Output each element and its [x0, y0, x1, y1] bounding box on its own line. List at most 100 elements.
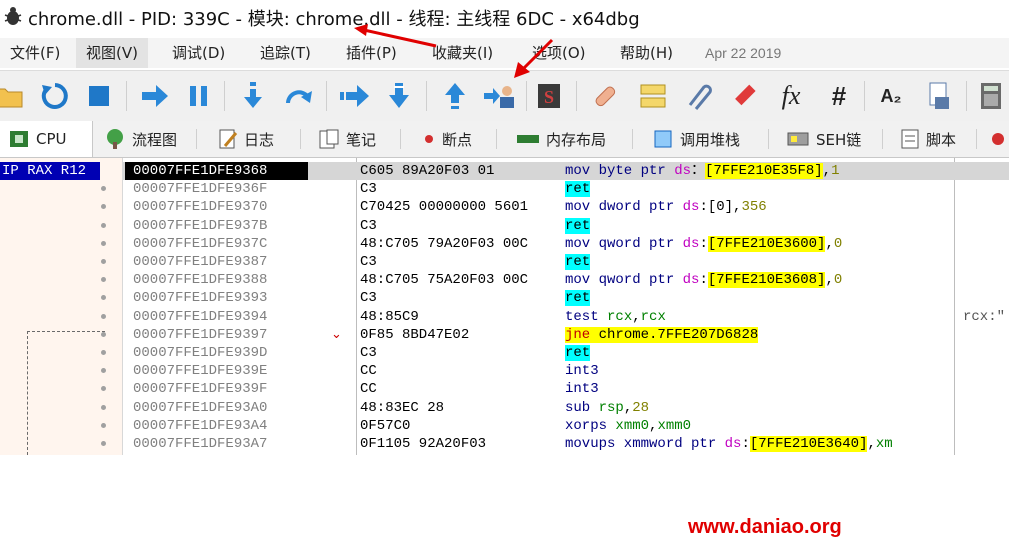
breakpoint-dot[interactable]: [101, 404, 106, 410]
trace-over-icon[interactable]: [382, 79, 416, 113]
tab-script[interactable]: 脚本: [892, 121, 964, 157]
disassembly-row[interactable]: 00007FFE1DFE93A0 48:83EC 28 sub rsp,28: [123, 399, 1009, 417]
breakpoint-dot[interactable]: [101, 350, 106, 355]
tab-cpu[interactable]: CPU: [0, 121, 93, 157]
disassembly-row[interactable]: 00007FFE1DFE9387 C3 ret: [123, 253, 1009, 271]
row-bytes: 48:C705 79A20F03 00C: [360, 235, 529, 252]
breakpoint-dot[interactable]: [101, 313, 106, 319]
trace-into-icon[interactable]: [338, 79, 372, 113]
restart-icon[interactable]: [38, 79, 72, 113]
execute-till-return-icon[interactable]: [438, 79, 472, 113]
breakpoint-dot[interactable]: [101, 222, 106, 228]
disassembly-row[interactable]: 00007FFE1DFE9368 C605 89A20F03 01 mov byte…: [123, 162, 1009, 180]
calculator-icon[interactable]: [974, 79, 1008, 113]
disassembly-row[interactable]: 00007FFE1DFE9393 C3 ret: [123, 289, 1009, 307]
stop-icon[interactable]: [82, 79, 116, 113]
row-instruction: jne chrome.7FFE207D6828: [565, 326, 759, 343]
row-bytes: CC: [360, 381, 377, 398]
script-icon[interactable]: S: [532, 79, 566, 113]
run-icon[interactable]: [138, 79, 172, 113]
cpu-icon: [10, 131, 28, 147]
breakpoint-dot[interactable]: [101, 441, 106, 446]
tab-call-stack[interactable]: 调用堆栈: [644, 121, 748, 157]
disassembly-row[interactable]: 00007FFE1DFE939E CC int3: [123, 362, 1009, 380]
svg-text:S: S: [544, 87, 554, 107]
jump-line: [27, 331, 28, 455]
disassembly-row[interactable]: 00007FFE1DFE937B C3 ret: [123, 217, 1009, 235]
row-address: 00007FFE1DFE9394: [133, 308, 268, 325]
menu-help[interactable]: 帮助(H): [610, 38, 683, 68]
row-address: 00007FFE1DFE9387: [133, 254, 268, 270]
patch-icon[interactable]: [588, 79, 622, 113]
row-bytes: 0F57C0: [360, 417, 411, 434]
menu-trace[interactable]: 追踪(T): [250, 38, 321, 68]
row-instruction: mov qword ptr ds:[7FFE210E3608],0: [565, 272, 843, 289]
seh-icon: [787, 132, 809, 146]
disassembly-row[interactable]: 00007FFE1DFE936F C3 ret: [123, 180, 1009, 198]
tab-label: 调用堆栈: [680, 130, 741, 149]
disassembly-row[interactable]: 00007FFE1DFE93A4 0F57C0 xorps xmm0,xmm0: [123, 417, 1009, 435]
tab-log[interactable]: 日志: [210, 121, 282, 157]
disassembly-row[interactable]: 00007FFE1DFE93A7 0F1105 92A20F03 movups xm…: [123, 435, 1009, 453]
font-icon[interactable]: A₂: [874, 79, 908, 113]
disassembly-row[interactable]: 00007FFE1DFE9370 C70425 00000000 5601 mov …: [123, 198, 1009, 216]
breakpoint-dot[interactable]: [101, 277, 106, 283]
tab-bar: CPU 流程图 日志 笔记 断点 内存布局 调用堆栈 SEH链 脚本: [0, 121, 1009, 158]
row-address: 00007FFE1DFE93A4: [133, 417, 268, 434]
hash-icon[interactable]: #: [822, 79, 856, 113]
script-tab-icon: [901, 129, 919, 149]
document-icon[interactable]: [922, 79, 956, 113]
comment-icon[interactable]: [636, 79, 670, 113]
menu-debug[interactable]: 调试(D): [162, 38, 235, 68]
row-address: 00007FFE1DFE937C: [133, 235, 268, 252]
tab-memory-map[interactable]: 内存布局: [508, 121, 614, 157]
branch-gutter: IP RAX R12: [0, 158, 123, 455]
tab-breakpoints[interactable]: 断点: [414, 121, 480, 157]
open-folder-icon[interactable]: [0, 79, 26, 113]
title-bar: chrome.dll - PID: 339C - 模块: chrome.dll …: [0, 0, 1009, 36]
breakpoint-dot[interactable]: [101, 422, 106, 428]
build-date: Apr 22 2019: [705, 45, 782, 61]
disassembly-row[interactable]: 00007FFE1DFE937C 48:C705 79A20F03 00C mov …: [123, 235, 1009, 253]
row-address: 00007FFE1DFE93A0: [133, 399, 268, 416]
breakpoint-dot[interactable]: [101, 204, 106, 210]
label-icon[interactable]: [682, 79, 716, 113]
log-icon: [219, 129, 238, 149]
menu-view[interactable]: 视图(V): [76, 38, 148, 68]
tab-seh-chain[interactable]: SEH链: [778, 121, 869, 157]
stack-icon: [654, 130, 672, 148]
breakpoint-dot[interactable]: [101, 186, 106, 192]
tab-label: 内存布局: [546, 130, 607, 149]
pause-icon[interactable]: [182, 79, 216, 113]
breakpoint-dot[interactable]: [101, 240, 106, 246]
breakpoint-dot[interactable]: [101, 386, 106, 392]
disassembly-row[interactable]: 00007FFE1DFE9394 48:85C9 test rcx,rcx rcx:": [123, 308, 1009, 326]
breakpoint-dot[interactable]: [101, 331, 106, 337]
tab-notes[interactable]: 笔记: [310, 121, 384, 157]
row-bytes: C3: [360, 254, 377, 270]
menu-file[interactable]: 文件(F): [0, 38, 70, 68]
breakpoint-dot[interactable]: [101, 368, 106, 374]
breakpoint-dot[interactable]: [101, 295, 106, 301]
row-instruction: mov byte ptr ds：[7FFE210E35F8],1: [565, 163, 840, 179]
row-instruction: int3: [565, 381, 599, 398]
row-address: 00007FFE1DFE939F: [133, 381, 268, 398]
memory-icon: [517, 135, 539, 143]
step-into-icon[interactable]: [236, 79, 270, 113]
run-to-user-code-icon[interactable]: [482, 79, 516, 113]
more-tabs-icon[interactable]: [990, 131, 1006, 147]
row-address: 00007FFE1DFE9370: [133, 199, 268, 216]
step-over-icon[interactable]: [282, 79, 316, 113]
row-bytes: 48:85C9: [360, 308, 419, 325]
function-icon[interactable]: fx: [774, 79, 808, 113]
tree-icon: [107, 129, 123, 149]
jump-arrow-icon: ⌄: [331, 326, 342, 342]
tab-graph[interactable]: 流程图: [96, 121, 185, 157]
breakpoint-dot[interactable]: [101, 259, 106, 264]
bookmark-icon[interactable]: [728, 79, 762, 113]
disassembly-row[interactable]: 00007FFE1DFE9388 48:C705 75A20F03 00C mov …: [123, 271, 1009, 289]
bug-icon: [4, 7, 22, 25]
disassembly-row[interactable]: 00007FFE1DFE939F CC int3: [123, 380, 1009, 398]
disassembly-row[interactable]: 00007FFE1DFE9397 ⌄ 0F85 8BD47E02 jne chrome…: [123, 326, 1009, 344]
disassembly-row[interactable]: 00007FFE1DFE939D C3 ret: [123, 344, 1009, 362]
